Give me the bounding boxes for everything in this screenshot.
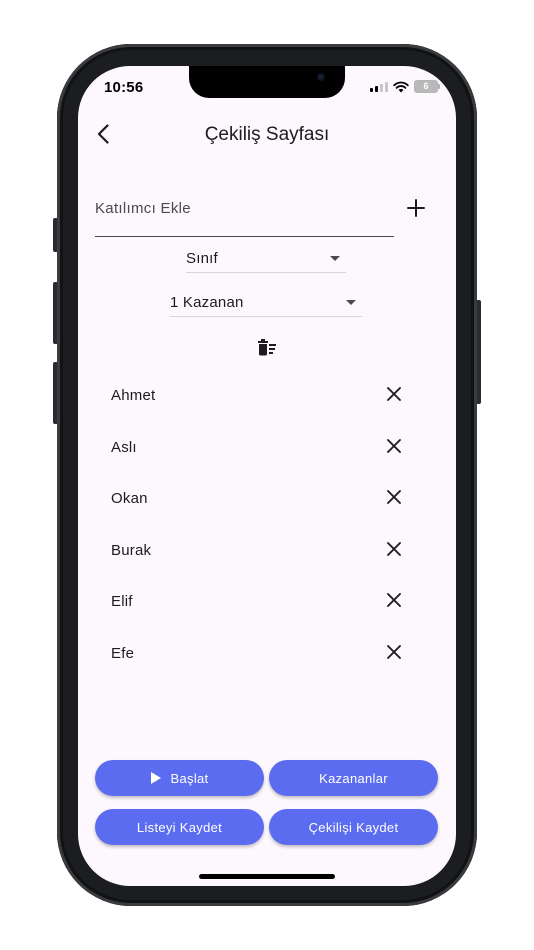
app-screen: 10:56 6 Çekiliş Sayfası Sınıf 1 Kazanan [78,66,456,886]
cellular-signal-icon [370,81,388,92]
participant-list: Ahmet Aslı Okan Burak Elif Efe [78,369,456,678]
status-icons: 6 [370,80,440,93]
start-button-label: Başlat [170,770,209,786]
list-item: Okan [78,472,456,524]
front-camera [317,73,325,81]
close-icon[interactable] [384,590,404,610]
home-indicator[interactable] [199,874,335,879]
participant-name: Okan [111,490,148,507]
dropdown-arrow-icon [330,255,340,261]
save-list-button[interactable]: Listeyi Kaydet [95,809,264,845]
winners-button[interactable]: Kazananlar [269,760,438,796]
participant-name: Elif [111,593,133,610]
participant-name: Burak [111,541,152,559]
save-draw-button-label: Çekilişi Kaydet [308,819,399,835]
close-icon[interactable] [384,539,404,559]
participant-name: Ahmet [111,387,156,404]
app-bar: Çekiliş Sayfası [78,116,456,156]
start-button[interactable]: Başlat [95,760,264,796]
class-dropdown[interactable]: Sınıf [186,244,346,273]
class-dropdown-value: Sınıf [186,249,218,267]
participant-name-input[interactable] [95,193,375,223]
close-icon[interactable] [384,436,404,456]
dropdown-arrow-icon [346,299,356,305]
delete-sweep-icon[interactable] [256,337,278,359]
status-time: 10:56 [104,79,144,96]
add-participant-field[interactable] [95,192,394,237]
list-item: Ahmet [78,369,456,421]
battery-icon: 6 [414,80,440,93]
notch [189,66,345,98]
save-draw-button[interactable]: Çekilişi Kaydet [269,809,438,845]
close-icon[interactable] [384,642,404,662]
battery-level: 6 [423,81,429,91]
close-icon[interactable] [384,384,404,404]
close-icon[interactable] [384,487,404,507]
winner-count-dropdown[interactable]: 1 Kazanan [170,288,362,317]
participant-name: Aslı [111,438,137,456]
list-item: Burak [78,524,456,576]
participant-name: Efe [111,644,135,662]
save-list-button-label: Listeyi Kaydet [136,819,223,835]
plus-icon[interactable] [405,197,427,219]
list-item: Aslı [78,421,456,473]
winner-count-value: 1 Kazanan [170,293,244,311]
page-title: Çekiliş Sayfası [204,124,330,145]
play-icon [150,772,161,784]
winners-button-label: Kazananlar [319,770,388,786]
list-item: Elif [78,575,456,627]
wifi-icon [393,81,409,92]
list-item: Efe [78,627,456,679]
